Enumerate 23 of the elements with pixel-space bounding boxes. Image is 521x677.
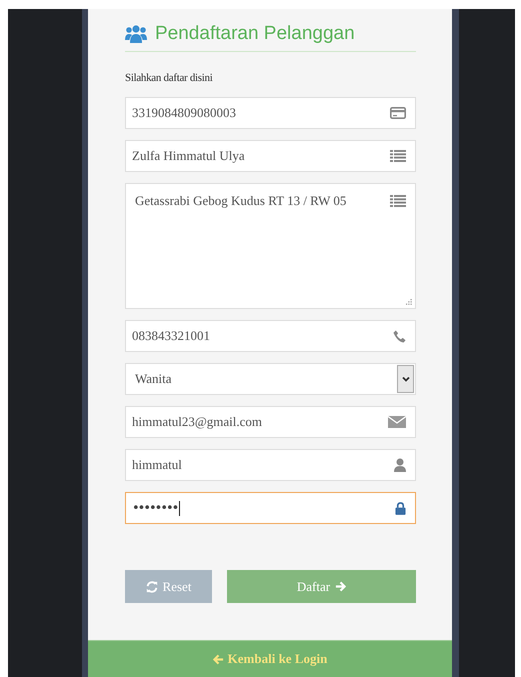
resize-grip-icon[interactable]: [406, 299, 412, 305]
gender-select[interactable]: Wanita: [125, 363, 416, 395]
address-field[interactable]: Getassrabi Gebog Kudus RT 13 / RW 05: [125, 183, 416, 309]
form-subtitle: Silahkan daftar disini: [125, 72, 214, 84]
input-field[interactable]: 3319084809080003: [125, 97, 416, 129]
input-field[interactable]: 083843321001: [125, 320, 416, 352]
phone-icon: [393, 330, 406, 342]
form-title: Pendaftaran Pelanggan: [155, 23, 355, 45]
input-field[interactable]: Zulfa Himmatul Ulya: [125, 140, 416, 172]
list-icon: [390, 150, 406, 162]
lock-icon: [395, 502, 406, 514]
caret-icon: [397, 365, 414, 393]
envelope-icon: [388, 416, 406, 428]
credit-card-icon: [390, 107, 406, 119]
list-icon: [390, 195, 406, 207]
user-icon: [394, 458, 406, 472]
input-field[interactable]: ••••••••: [125, 492, 416, 524]
arrow-right-icon: [335, 581, 346, 592]
input-field[interactable]: himmatul: [125, 449, 416, 481]
users-icon: [125, 25, 147, 43]
input-field[interactable]: himmatul23@gmail.com: [125, 406, 416, 438]
arrow-left-icon: [212, 654, 224, 664]
refresh-icon: [146, 580, 158, 592]
